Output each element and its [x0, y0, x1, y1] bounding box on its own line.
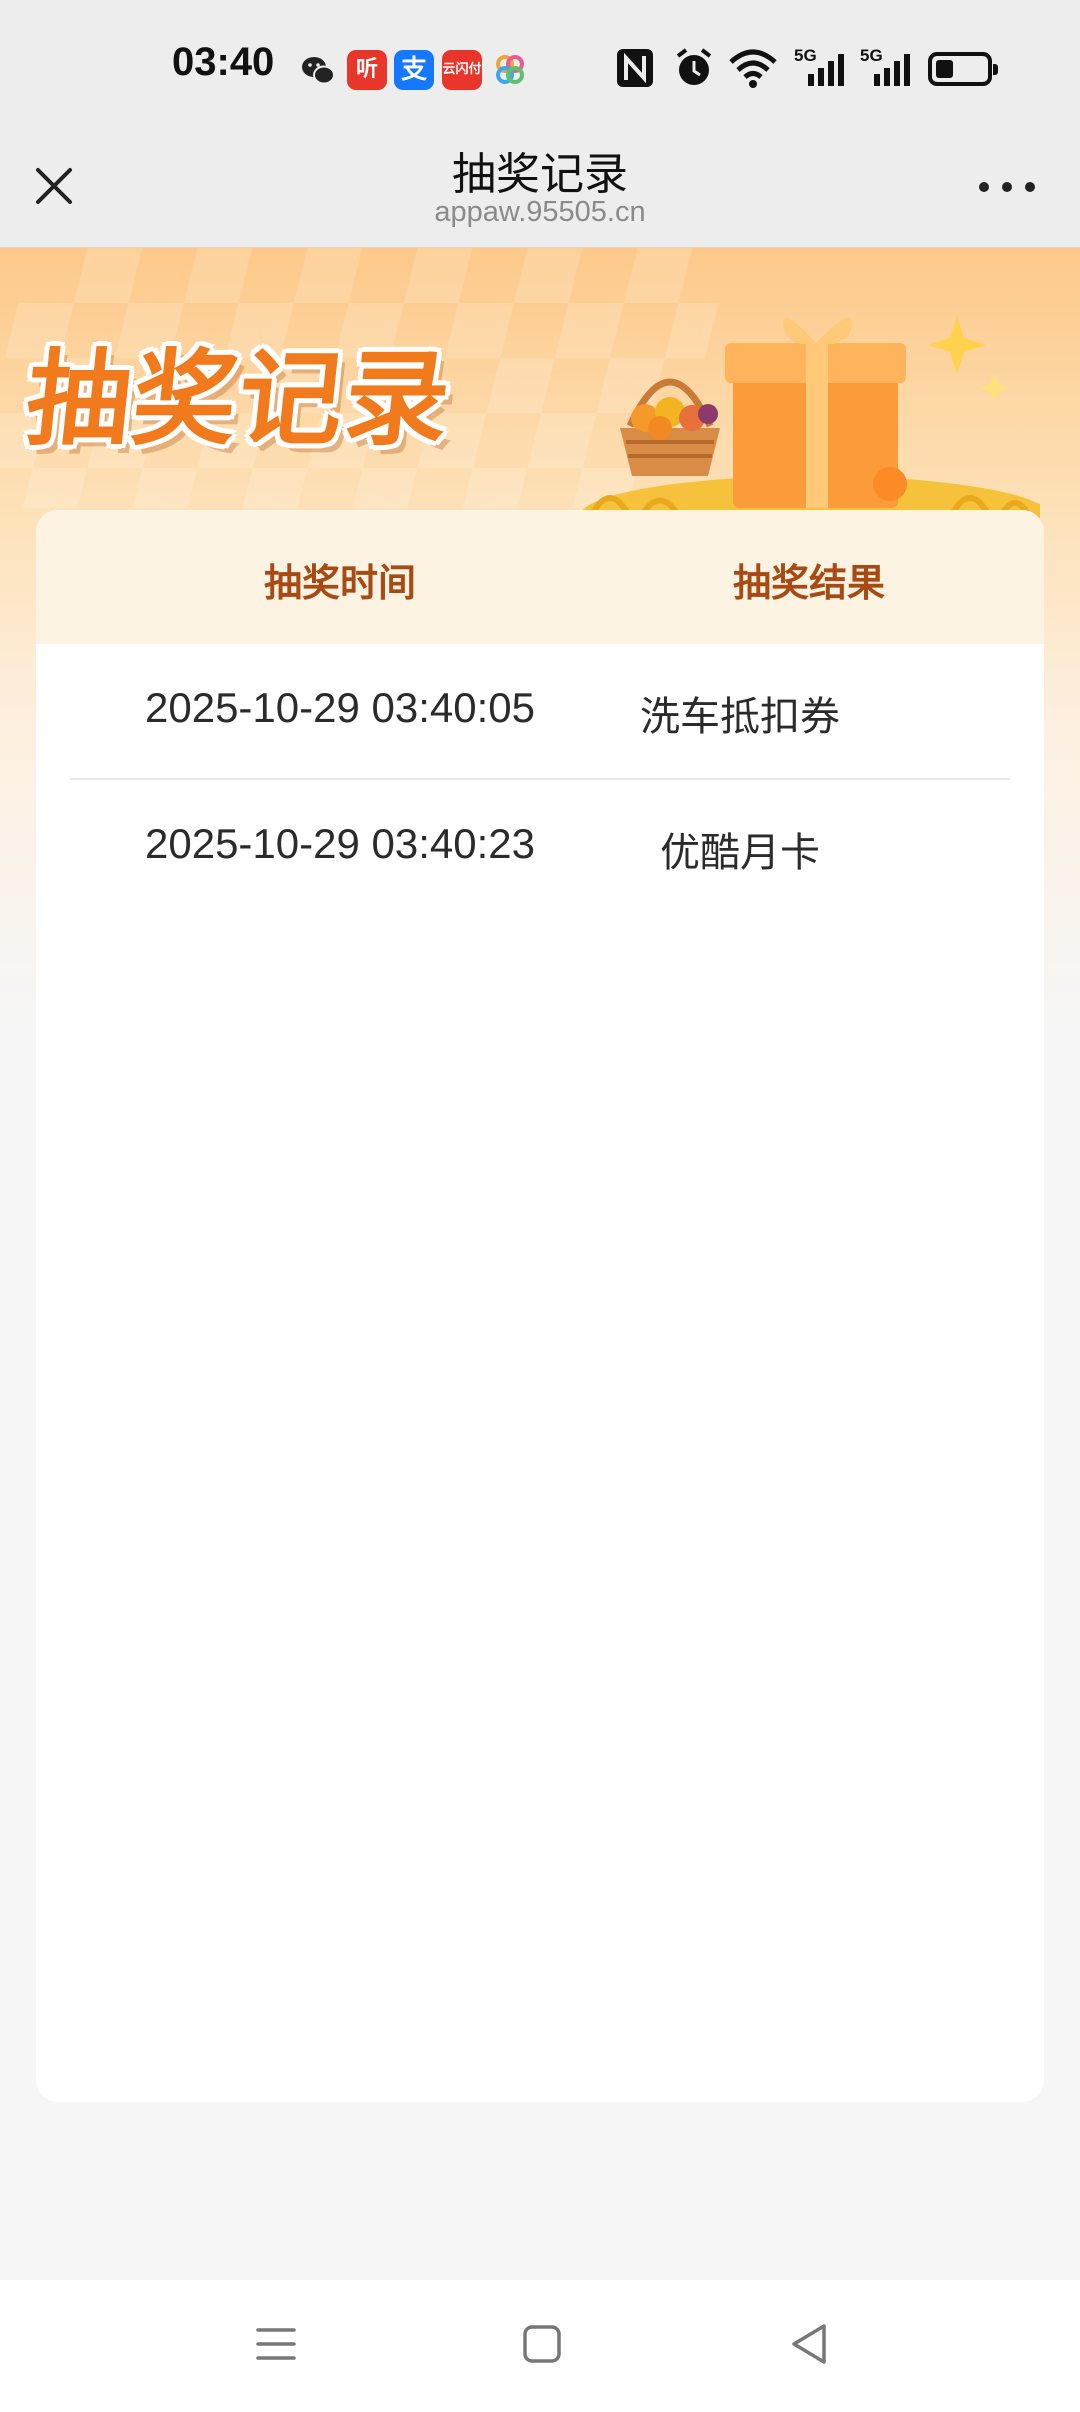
draw-time-cell: 2025-10-29 03:40:05: [145, 684, 535, 731]
draw-result-cell: 洗车抵扣券: [640, 694, 840, 740]
status-bar: 03:40 听 支 云闪付 5G 5G: [0, 0, 1080, 132]
more-icon[interactable]: [974, 162, 1040, 212]
battery-icon: [928, 52, 998, 86]
column-header-time: 抽奖时间: [263, 561, 416, 605]
5g-signal-icon: 5G: [794, 46, 850, 90]
table-row: 2025-10-29 03:40:23 优酷月卡: [70, 780, 1010, 916]
photos-icon: [496, 55, 524, 84]
back-triangle-icon[interactable]: [780, 2314, 840, 2374]
status-time: 03:40: [172, 40, 275, 84]
screen: 03:40 听 支 云闪付 5G 5G 抽奖记录 appaw.95505.cn …: [0, 0, 1080, 2412]
nfc-icon: [617, 49, 653, 87]
system-nav-bar: [0, 2280, 1080, 2412]
ting-app-icon: 听: [347, 50, 387, 90]
hero-title: 抽奖记录: [20, 337, 458, 460]
5g-signal-icon: 5G: [860, 46, 916, 90]
wifi-icon: [729, 49, 777, 88]
records-card: 抽奖时间 抽奖结果 2025-10-29 03:40:05 洗车抵扣券 2025…: [36, 510, 1044, 2102]
draw-result-cell: 优酷月卡: [660, 830, 820, 876]
page-title: 抽奖记录: [452, 149, 628, 200]
title-bar: 抽奖记录 appaw.95505.cn: [0, 132, 1080, 248]
home-square-icon[interactable]: [512, 2314, 572, 2374]
alipay-icon: 支: [394, 50, 434, 90]
battery-level: [936, 60, 953, 78]
page-url: appaw.95505.cn: [434, 196, 646, 228]
menu-icon[interactable]: [246, 2314, 306, 2374]
gift-illustration: [580, 316, 1040, 518]
cloudpay-icon: 云闪付: [442, 50, 482, 90]
wechat-icon: [302, 57, 335, 85]
column-header-result: 抽奖结果: [732, 561, 885, 605]
alarm-icon: [676, 48, 712, 85]
table-row: 2025-10-29 03:40:05 洗车抵扣券: [70, 644, 1010, 780]
draw-time-cell: 2025-10-29 03:40:23: [145, 820, 535, 867]
table-header: 抽奖时间 抽奖结果: [36, 510, 1044, 644]
